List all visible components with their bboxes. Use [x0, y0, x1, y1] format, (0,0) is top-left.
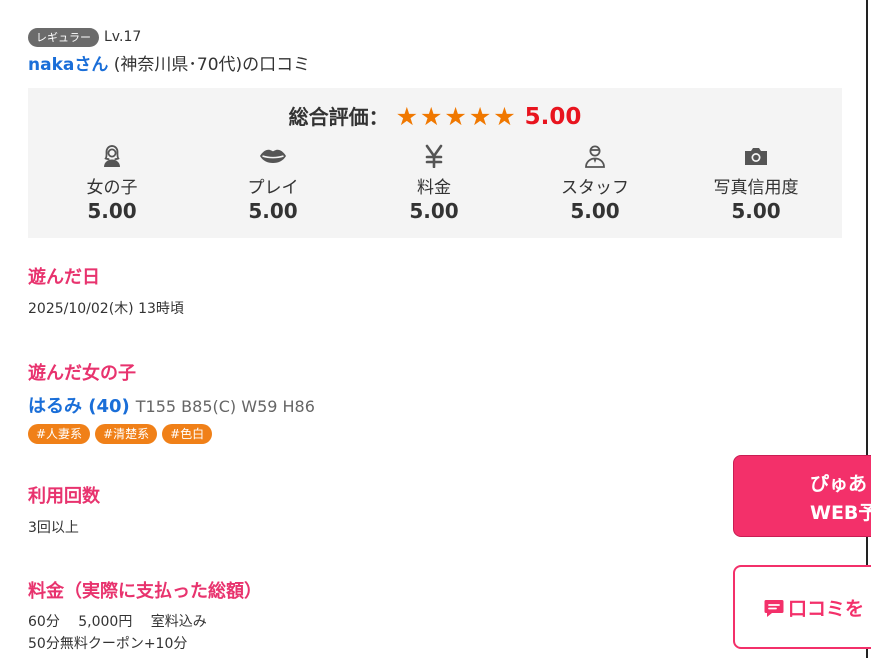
- girl-info: はるみ (40) T155 B85(C) W59 H86: [28, 392, 315, 418]
- rank-badge: レギュラー: [28, 28, 99, 47]
- page-right-border: [866, 0, 868, 658]
- reviewer-info: (神奈川県･70代)の口コミ: [108, 55, 311, 75]
- category-label: プレイ: [247, 178, 299, 198]
- girl-name-link[interactable]: はるみ (40): [28, 396, 130, 417]
- reserve-label-line1: ぴゅあ: [810, 473, 868, 495]
- rating-summary: 総合評価： ★★★★★ 5.00 女の子 5.00 プレイ 5.00 料金 5.…: [28, 88, 842, 238]
- review-button-content: 口コミを: [763, 594, 864, 621]
- category-score: 5.00: [409, 199, 459, 223]
- category-score: 5.00: [87, 199, 137, 223]
- category-label: 写真信用度: [713, 178, 799, 198]
- web-reserve-button[interactable]: ぴゅあ WEB予: [733, 455, 871, 537]
- staff-icon: [585, 145, 605, 168]
- reserve-label-line2: WEB予: [810, 502, 871, 524]
- tag-chip[interactable]: #清楚系: [95, 424, 158, 444]
- overall-score: 5.00: [524, 104, 582, 130]
- category-score: 5.00: [248, 199, 298, 223]
- rating-category-photo: 写真信用度 5.00: [676, 144, 836, 223]
- rating-category-play: プレイ 5.00: [193, 144, 353, 223]
- category-label: 女の子: [86, 178, 138, 198]
- price-coupon: 50分無料クーポン+10分: [28, 636, 188, 652]
- rating-category-price: 料金 5.00: [354, 144, 514, 223]
- star-rating-icon: ★★★★★: [395, 102, 518, 131]
- girl-tags: #人妻系 #清楚系 #色白: [28, 424, 213, 444]
- price-detail: 60分 5,000円 室料込み: [28, 614, 207, 630]
- lips-icon: [260, 149, 286, 163]
- overall-label: 総合評価：: [288, 105, 389, 129]
- tag-chip[interactable]: #人妻系: [28, 424, 91, 444]
- write-review-button[interactable]: 口コミを: [733, 565, 871, 649]
- visit-date-heading: 遊んだ日: [28, 267, 100, 288]
- usage-value: 3回以上: [28, 520, 79, 536]
- price-heading: 料金（実際に支払った総額）: [28, 581, 262, 602]
- category-score: 5.00: [731, 199, 781, 223]
- category-label: スタッフ: [561, 178, 629, 198]
- category-label: 料金: [417, 178, 451, 198]
- visit-date-value: 2025/10/02(木) 13時頃: [28, 301, 184, 317]
- woman-icon: [104, 145, 120, 167]
- reviewer-line: nakaさん (神奈川県･70代)の口コミ: [28, 50, 310, 75]
- girl-stats: T155 B85(C) W59 H86: [135, 397, 315, 416]
- girl-heading: 遊んだ女の子: [28, 363, 136, 384]
- overall-rating: 総合評価： ★★★★★ 5.00: [28, 101, 842, 131]
- yen-icon: [425, 144, 443, 168]
- rating-category-girl: 女の子 5.00: [32, 144, 192, 223]
- usage-heading: 利用回数: [28, 486, 100, 507]
- rating-category-staff: スタッフ 5.00: [515, 144, 675, 223]
- tag-chip[interactable]: #色白: [162, 424, 213, 444]
- camera-icon: [745, 148, 767, 165]
- review-button-label: 口コミを: [788, 598, 865, 620]
- category-score: 5.00: [570, 199, 620, 223]
- reviewer-name-link[interactable]: nakaさん: [28, 55, 108, 75]
- reviewer-level: Lv.17: [104, 29, 142, 45]
- speech-bubble-icon: [764, 599, 784, 617]
